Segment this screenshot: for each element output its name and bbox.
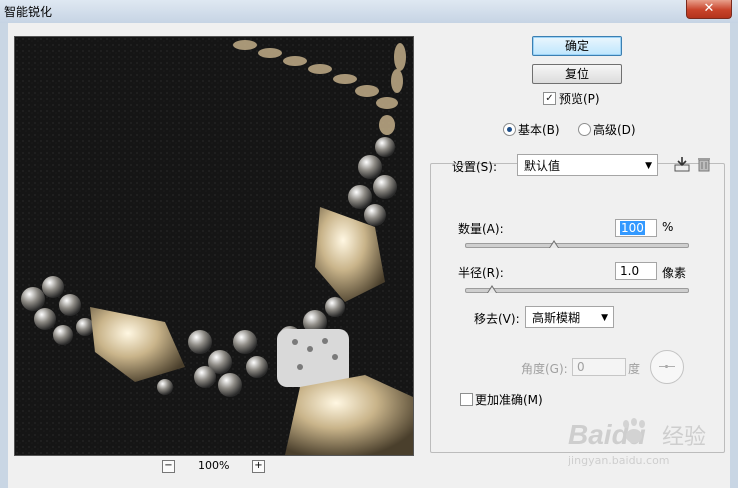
close-button[interactable]: ✕ — [686, 0, 732, 19]
zoom-level: 100% — [198, 459, 230, 472]
angle-unit: 度 — [628, 362, 641, 376]
radius-label: 半径(R): — [458, 266, 504, 280]
radius-input[interactable]: 1.0 — [615, 262, 657, 280]
zoom-out-button[interactable]: − — [162, 460, 175, 473]
basic-mode-label: 基本(B) — [518, 123, 560, 137]
watermark-cn: 经验 — [662, 425, 706, 450]
amount-label: 数量(A): — [458, 222, 504, 236]
radius-slider-thumb[interactable] — [486, 285, 497, 293]
delete-settings-icon[interactable] — [696, 156, 712, 172]
chevron-down-icon: ▼ — [601, 313, 608, 323]
amount-slider-track[interactable] — [465, 243, 689, 248]
radius-value: 1.0 — [620, 264, 640, 278]
necklace-photo — [15, 37, 413, 455]
preview-checkbox[interactable]: ✓ — [543, 92, 556, 105]
window-frame-left — [0, 23, 8, 488]
baidu-watermark: Baidu 经验 jingyan.baidu.com — [568, 418, 706, 467]
chevron-down-icon: ▼ — [645, 161, 652, 171]
preview-image[interactable] — [14, 36, 414, 456]
remove-select[interactable]: 高斯模糊 ▼ — [525, 306, 614, 328]
more-accurate-checkbox[interactable] — [460, 393, 473, 406]
angle-value: 0 — [577, 360, 585, 374]
save-settings-icon[interactable] — [674, 156, 690, 172]
angle-label: 角度(G): — [521, 362, 568, 376]
more-accurate-label: 更加准确(M) — [475, 393, 543, 407]
settings-select[interactable]: 默认值 ▼ — [517, 154, 658, 176]
settings-label: 设置(S): — [452, 160, 498, 174]
remove-label: 移去(V): — [474, 312, 520, 326]
preview-checkbox-label: 预览(P) — [559, 92, 600, 106]
amount-unit: % — [662, 220, 674, 234]
window-title: 智能锐化 — [4, 5, 53, 19]
advanced-mode-label: 高级(D) — [593, 123, 636, 137]
reset-button[interactable]: 复位 — [532, 64, 622, 84]
zoom-in-button[interactable]: + — [252, 460, 265, 473]
angle-input: 0 — [572, 358, 626, 376]
radius-unit: 像素 — [662, 266, 687, 280]
window-frame-right — [730, 23, 738, 488]
basic-mode-radio[interactable] — [503, 123, 516, 136]
angle-dial-icon — [650, 350, 684, 384]
advanced-mode-radio[interactable] — [578, 123, 591, 136]
remove-select-value: 高斯模糊 — [532, 311, 581, 325]
amount-input[interactable]: 100 — [615, 219, 657, 237]
title-bar: 智能锐化 ✕ — [0, 0, 738, 24]
amount-slider-thumb[interactable] — [548, 240, 559, 248]
radius-slider-track[interactable] — [465, 288, 689, 293]
settings-select-value: 默认值 — [524, 159, 561, 173]
watermark-url: jingyan.baidu.com — [568, 454, 670, 467]
amount-value: 100 — [620, 221, 645, 235]
ok-button[interactable]: 确定 — [532, 36, 622, 56]
